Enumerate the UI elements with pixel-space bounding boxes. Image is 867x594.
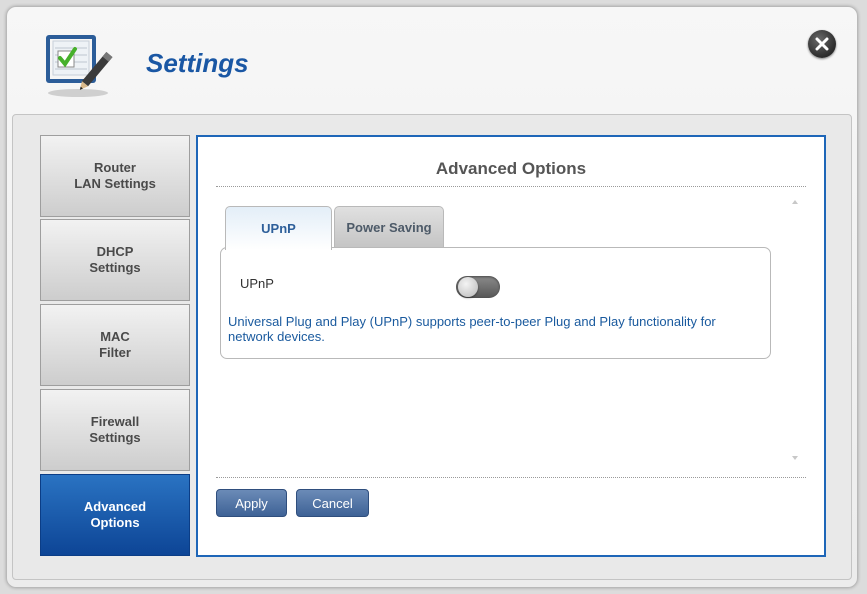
sidebar-item-label-line1: Router (94, 160, 136, 175)
sidebar-item-label: Router LAN Settings (74, 160, 156, 192)
page-title: Settings (146, 48, 249, 78)
sidebar-item-label-line1: Firewall (90, 414, 140, 429)
upnp-description: Universal Plug and Play (UPnP) supports … (228, 314, 716, 344)
panel-title: Advanced Options (435, 159, 587, 178)
apply-button[interactable]: Apply (216, 489, 287, 517)
sidebar-item-label: Advanced Options (84, 499, 146, 531)
tab-power-saving[interactable]: Power Saving (334, 206, 444, 248)
close-icon (815, 37, 829, 51)
sidebar-item-label-line2: LAN Settings (74, 176, 156, 191)
cancel-button[interactable]: Cancel (296, 489, 369, 517)
sidebar-item-label-line2: Options (90, 515, 140, 530)
sidebar-item-label-line2: Settings (89, 260, 141, 275)
sidebar-item-dhcp-settings[interactable]: DHCP Settings (40, 219, 190, 301)
scroll-up-arrow-icon[interactable] (792, 200, 798, 204)
upnp-toggle[interactable] (456, 276, 500, 298)
button-divider (216, 477, 806, 478)
sidebar-item-label-line2: Settings (89, 430, 141, 445)
checklist-pencil-icon (44, 33, 114, 99)
sidebar-item-mac-filter[interactable]: MAC Filter (40, 304, 190, 386)
sidebar-item-label-line1: Advanced (83, 499, 147, 514)
sidebar-item-label: MAC Filter (99, 329, 131, 361)
sidebar-item-advanced-options[interactable]: Advanced Options (40, 474, 190, 556)
sidebar-item-label-line1: MAC (100, 329, 130, 344)
sidebar-item-label-line1: DHCP (96, 244, 134, 259)
close-button[interactable] (808, 30, 836, 58)
sidebar-item-label: DHCP Settings (89, 244, 140, 276)
sidebar-item-label: Firewall Settings (89, 414, 140, 446)
toggle-knob (458, 277, 478, 297)
sidebar-item-label-line2: Filter (99, 345, 131, 360)
sidebar-item-router-lan-settings[interactable]: Router LAN Settings (40, 135, 190, 217)
scroll-down-arrow-icon[interactable] (792, 456, 798, 460)
tab-upnp[interactable]: UPnP (225, 206, 332, 250)
sidebar-item-firewall-settings[interactable]: Firewall Settings (40, 389, 190, 471)
upnp-label: UPnP (240, 276, 274, 291)
title-divider (216, 186, 806, 187)
